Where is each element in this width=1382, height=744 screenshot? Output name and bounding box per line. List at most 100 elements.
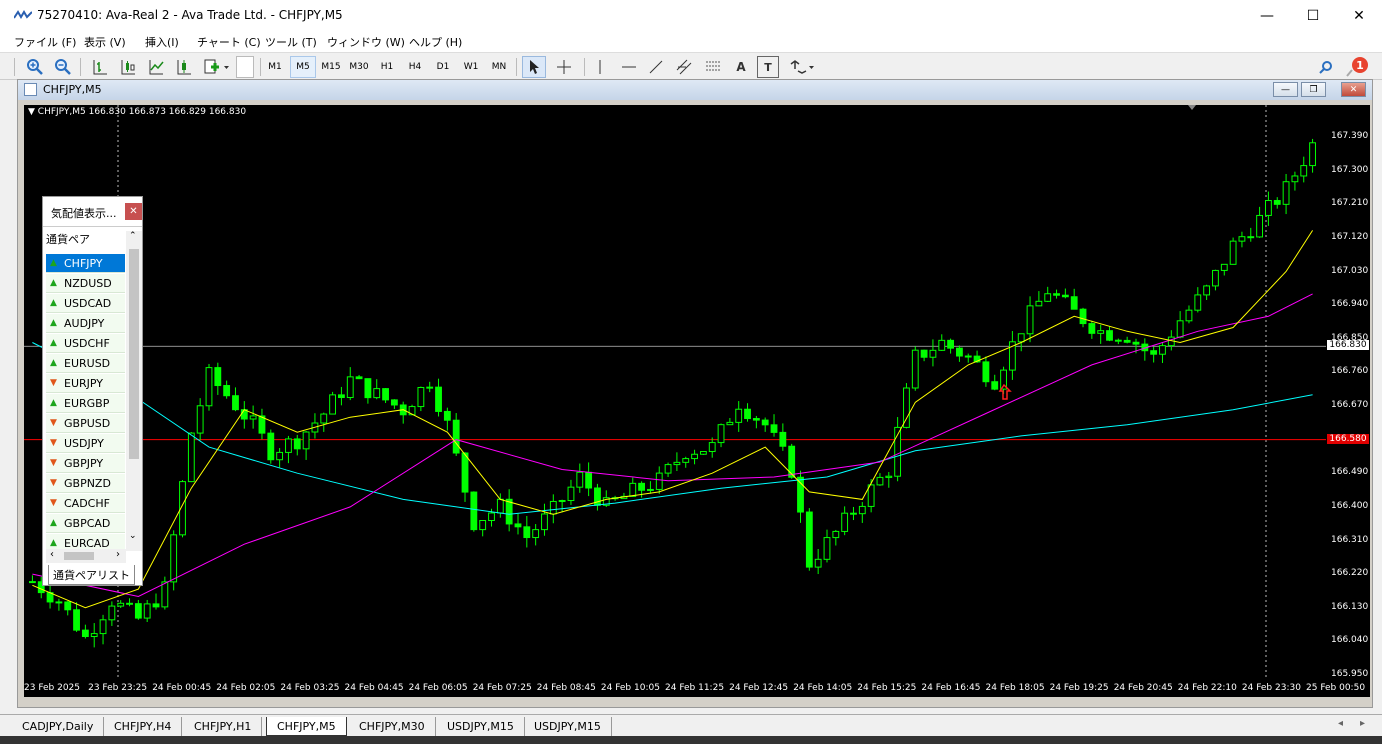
candle-body	[1247, 236, 1255, 239]
price-tick-label: 166.670	[1331, 400, 1369, 410]
tf-w1[interactable]: W1	[458, 56, 484, 78]
hscroll-thumb[interactable]	[64, 552, 94, 560]
candle-body	[143, 603, 151, 619]
chart-tab[interactable]: CHFJPY,M30	[349, 717, 436, 736]
chart-tab[interactable]: CHFJPY,H1	[184, 717, 263, 736]
candle-body	[1044, 293, 1052, 302]
chart-restore-button[interactable]: ❐	[1301, 82, 1326, 97]
zoom-out-icon[interactable]	[52, 56, 74, 78]
symbols-tab[interactable]: 通貨ペアリスト	[48, 565, 135, 585]
minimize-button[interactable]: —	[1244, 0, 1290, 32]
cursor-tool-icon[interactable]	[522, 56, 546, 78]
line-chart-icon[interactable]	[145, 56, 167, 78]
notifications-icon[interactable]: 1	[1342, 56, 1372, 78]
time-tick-label: 24 Feb 22:10	[1177, 683, 1237, 693]
tab-scroll-right-icon[interactable]: ▸	[1360, 718, 1365, 729]
tf-h4[interactable]: H4	[402, 56, 428, 78]
horizontal-scrollbar[interactable]: ‹ ›	[46, 549, 126, 563]
vertical-line-icon[interactable]	[590, 56, 610, 78]
menu-tools[interactable]: ツール (T)	[265, 34, 317, 50]
symbol-row[interactable]: ▲ EURUSD	[46, 354, 125, 373]
autoscroll-icon[interactable]	[173, 56, 195, 78]
candle-body	[532, 529, 540, 539]
symbol-row[interactable]: ▲ AUDJPY	[46, 314, 125, 333]
symbol-row[interactable]: ▲ USDCHF	[46, 334, 125, 353]
tf-m15[interactable]: M15	[318, 56, 344, 78]
scroll-down-icon[interactable]: ⌄	[129, 531, 137, 541]
candlestick-chart-icon[interactable]	[117, 56, 139, 78]
price-scale[interactable]: 167.390 167.300 167.210 167.120 167.030 166.9…	[1326, 105, 1370, 679]
text-label-tool-icon[interactable]: T	[757, 56, 779, 78]
candle-body	[1212, 269, 1219, 287]
symbol-row[interactable]: ▼ GBPUSD	[46, 414, 125, 433]
bar-chart-icon[interactable]	[89, 56, 111, 78]
close-button[interactable]: ✕	[1336, 0, 1382, 32]
zoom-in-icon[interactable]	[24, 56, 46, 78]
candle-body	[108, 605, 116, 621]
text-tool-icon[interactable]: A	[731, 56, 751, 78]
time-scale[interactable]: 23 Feb 2025 23 Feb 23:25 24 Feb 00:45 24 Fe…	[24, 679, 1370, 697]
symbol-row[interactable]: ▲ GBPCAD	[46, 514, 125, 533]
menu-window[interactable]: ウィンドウ (W)	[327, 34, 405, 50]
menu-view[interactable]: 表示 (V)	[84, 34, 126, 50]
templates-dropdown-icon[interactable]	[201, 56, 231, 78]
symbol-row[interactable]: ▲ CHFJPY	[46, 254, 125, 273]
trendline-icon[interactable]	[645, 56, 667, 78]
candle-body	[1265, 200, 1272, 216]
chart-tab[interactable]: USDJPY,M15	[524, 717, 612, 736]
symbol-row[interactable]: ▲ NZDUSD	[46, 274, 125, 293]
symbol-row[interactable]: ▲ USDCAD	[46, 294, 125, 313]
tf-h1[interactable]: H1	[374, 56, 400, 78]
price-chart[interactable]	[24, 105, 1326, 679]
symbol-column-header[interactable]: 通貨ペア	[46, 231, 90, 247]
chart-canvas[interactable]	[24, 105, 1326, 679]
tf-mn[interactable]: MN	[486, 56, 512, 78]
symbol-row[interactable]: ▼ GBPNZD	[46, 474, 125, 493]
chart-minimize-button[interactable]: —	[1273, 82, 1298, 97]
scroll-right-icon[interactable]: ›	[116, 549, 120, 560]
scroll-up-icon[interactable]: ⌃	[129, 231, 137, 241]
arrows-dropdown-icon[interactable]	[786, 56, 816, 78]
time-tick-label: 24 Feb 11:25	[665, 683, 725, 693]
scroll-thumb[interactable]	[129, 249, 139, 459]
crosshair-icon[interactable]	[553, 56, 575, 78]
toolbar-blank-field[interactable]	[236, 56, 254, 78]
tf-m5[interactable]: M5	[290, 56, 316, 78]
candle-body	[1106, 330, 1113, 341]
symbol-row[interactable]: ▼ USDJPY	[46, 434, 125, 453]
tf-m30[interactable]: M30	[346, 56, 372, 78]
symbol-row[interactable]: ▼ CADCHF	[46, 494, 125, 513]
menu-chart[interactable]: チャート (C)	[197, 34, 261, 50]
search-icon[interactable]	[1316, 56, 1336, 78]
horizontal-line-icon[interactable]	[618, 56, 640, 78]
chart-tab[interactable]: CHFJPY,M5	[266, 717, 347, 736]
chart-tab[interactable]: CADJPY,Daily	[12, 717, 105, 736]
candle-body	[1053, 293, 1060, 296]
chart-close-button[interactable]: ✕	[1341, 82, 1366, 97]
equidistant-channel-icon[interactable]	[673, 56, 697, 78]
candle-body	[514, 523, 522, 528]
symbol-name: GBPJPY	[64, 456, 104, 470]
hline-price-tag: 166.580	[1327, 433, 1369, 444]
tf-d1[interactable]: D1	[430, 56, 456, 78]
chart-tab[interactable]: USDJPY,M15	[437, 717, 525, 736]
candle-body	[1070, 296, 1078, 310]
symbol-row[interactable]: ▼ GBPJPY	[46, 454, 125, 473]
menu-help[interactable]: ヘルプ (H)	[409, 34, 462, 50]
market-watch-panel: 気配値表示... ✕ 通貨ペア ▲ CHFJPY ▲ NZDUSD ▲ USDCAD ▲ AU…	[42, 196, 143, 586]
fibonacci-icon[interactable]	[702, 56, 726, 78]
menu-insert[interactable]: 挿入(I)	[145, 34, 179, 50]
scroll-left-icon[interactable]: ‹	[50, 549, 54, 560]
time-tick-label: 24 Feb 06:05	[408, 683, 468, 693]
symbol-row[interactable]: ▼ EURJPY	[46, 374, 125, 393]
chart-tab[interactable]: CHFJPY,H4	[104, 717, 183, 736]
menu-file[interactable]: ファイル (F)	[14, 34, 76, 50]
tf-m1[interactable]: M1	[262, 56, 288, 78]
time-tick-label: 24 Feb 10:05	[600, 683, 660, 693]
maximize-button[interactable]: ☐	[1290, 0, 1336, 32]
candle-body	[134, 603, 142, 619]
symbol-row[interactable]: ▲ EURGBP	[46, 394, 125, 413]
vertical-scrollbar[interactable]: ⌃ ⌄	[126, 231, 142, 551]
tab-scroll-left-icon[interactable]: ◂	[1338, 718, 1343, 729]
market-watch-close-icon[interactable]: ✕	[125, 203, 142, 220]
